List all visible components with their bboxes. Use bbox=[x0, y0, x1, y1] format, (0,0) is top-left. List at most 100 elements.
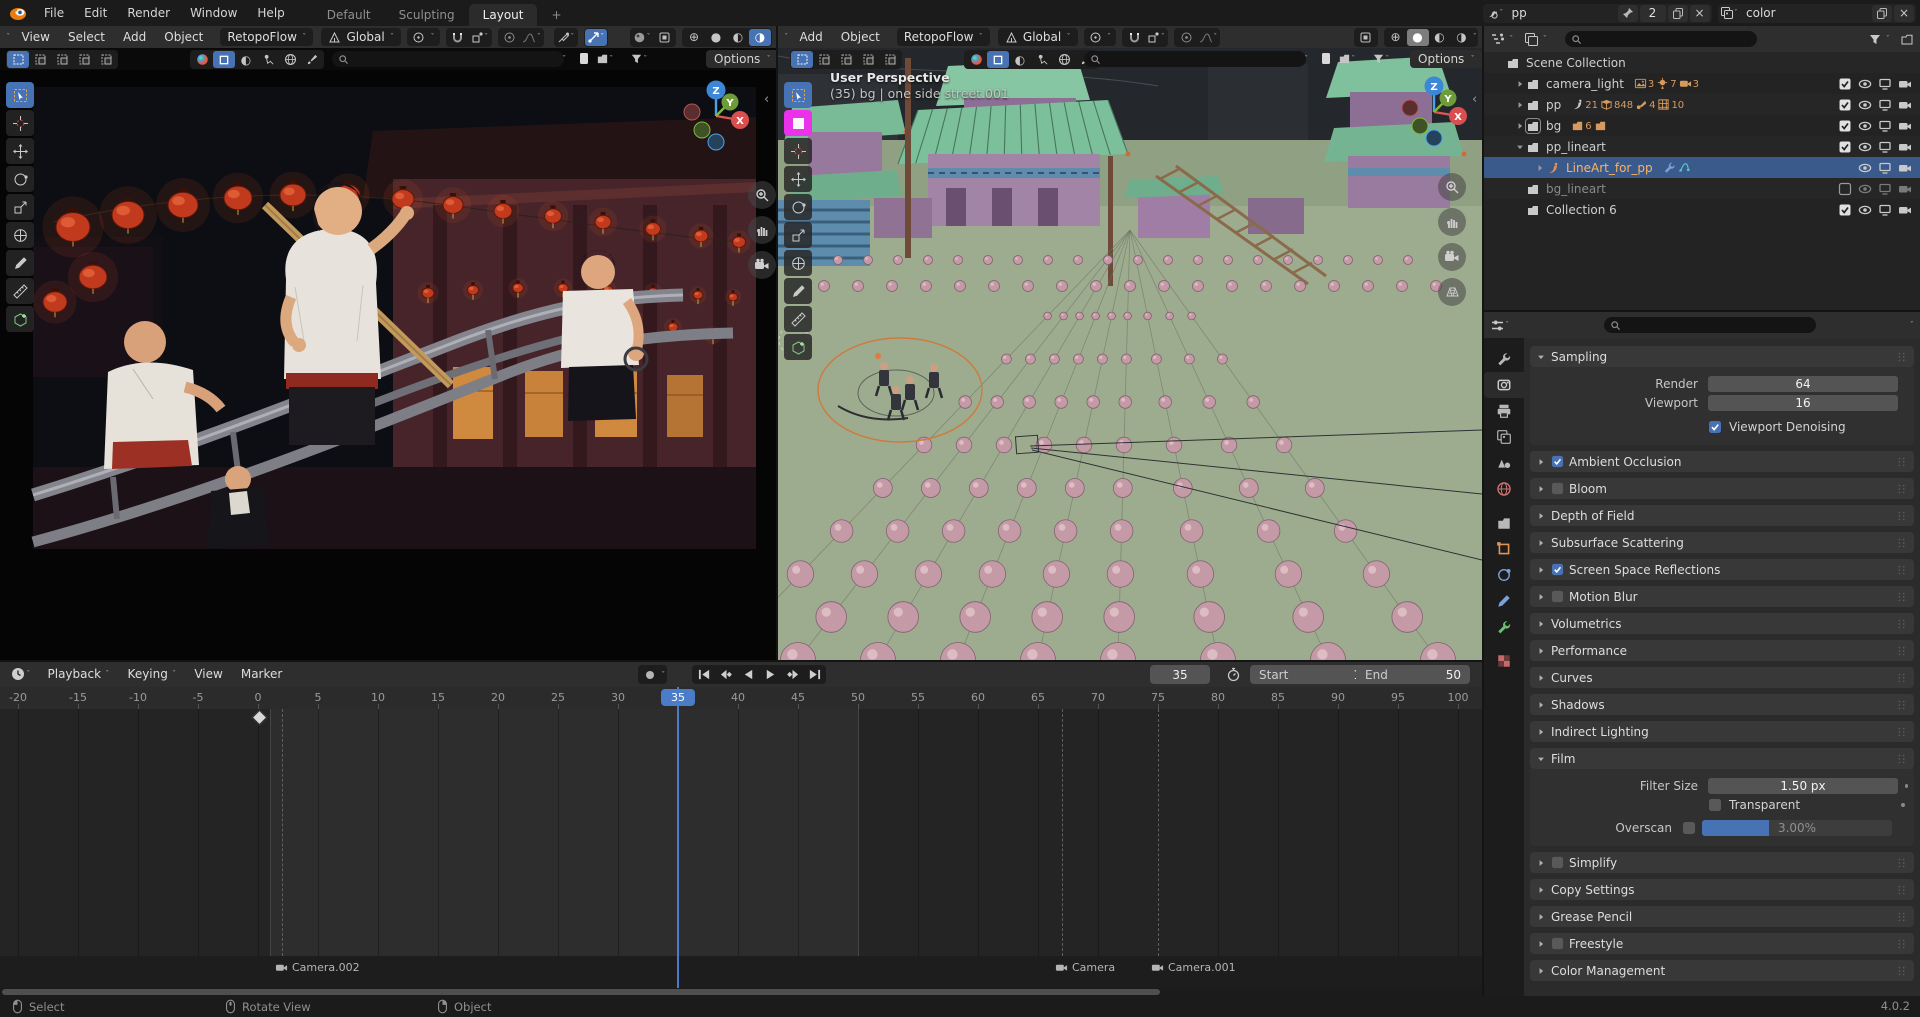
panel-screen-space-reflections[interactable]: Screen Space Reflections bbox=[1530, 559, 1914, 580]
proportional-edit-icon[interactable] bbox=[1175, 29, 1197, 46]
disclosure-closed-icon[interactable] bbox=[1534, 163, 1546, 173]
frame-start-field[interactable]: Start1 bbox=[1250, 665, 1370, 684]
jump-to-start-button[interactable] bbox=[693, 666, 715, 683]
auto-key-record-icon[interactable] bbox=[639, 666, 661, 683]
scene-users-count[interactable]: 2 bbox=[1640, 5, 1666, 22]
tool-scale-button[interactable] bbox=[6, 194, 34, 220]
scene-name[interactable]: pp bbox=[1504, 6, 1616, 20]
zoom-icon[interactable] bbox=[748, 181, 776, 209]
copy-icon[interactable] bbox=[1668, 5, 1688, 22]
sidebar-collapse-icon[interactable]: ‹ bbox=[764, 92, 769, 107]
panel-toggle-icon[interactable] bbox=[1320, 52, 1332, 65]
outliner-search[interactable] bbox=[1565, 31, 1757, 47]
disclosure-open-icon[interactable] bbox=[1514, 142, 1526, 152]
add-workspace-button[interactable]: + bbox=[537, 4, 575, 26]
properties-tab-data[interactable] bbox=[1484, 588, 1524, 614]
panel-sampling[interactable]: Sampling bbox=[1530, 346, 1914, 367]
tool-measure-button[interactable] bbox=[784, 306, 812, 332]
exclude-checkbox-icon[interactable] bbox=[1838, 77, 1852, 91]
editor-type-outliner-icon[interactable] bbox=[1490, 32, 1505, 47]
transform-gizmo-icon[interactable]: ˅ bbox=[585, 29, 607, 46]
panel-volumetrics[interactable]: Volumetrics bbox=[1530, 613, 1914, 634]
samples-viewport-field[interactable]: 16 bbox=[1708, 395, 1898, 411]
timeline-ruler[interactable]: -20-15-10-505101520253035404550556065707… bbox=[0, 687, 1482, 709]
snap-target-icon[interactable]: ˅ bbox=[1145, 29, 1167, 46]
panel-grip-icon[interactable] bbox=[1896, 672, 1908, 684]
filter-icon[interactable] bbox=[1868, 32, 1882, 46]
outliner-row-pp[interactable]: pp21848410 bbox=[1484, 94, 1920, 115]
properties-tab-output[interactable] bbox=[1484, 398, 1524, 424]
armature-filter-icon[interactable] bbox=[1031, 51, 1053, 68]
options-button[interactable]: Options˅ bbox=[1410, 50, 1482, 68]
jump-to-end-button[interactable] bbox=[803, 666, 825, 683]
frame-end-field[interactable]: End50 bbox=[1356, 665, 1470, 684]
chevron-down-icon[interactable]: ˅ bbox=[1304, 55, 1309, 63]
scrollbar-thumb[interactable] bbox=[2, 989, 1160, 995]
panel-grip-icon[interactable] bbox=[1896, 483, 1908, 495]
disable-viewport-icon[interactable] bbox=[1878, 182, 1892, 196]
play-reverse-button[interactable] bbox=[737, 666, 759, 683]
panel-motion-blur[interactable]: Motion Blur bbox=[1530, 586, 1914, 607]
timeline-menu-marker[interactable]: Marker bbox=[232, 663, 291, 685]
world-filter-icon[interactable] bbox=[1053, 51, 1075, 68]
disable-viewport-icon[interactable] bbox=[1878, 77, 1892, 91]
pivot-point-dropdown[interactable]: ˅ bbox=[407, 28, 440, 46]
tool-annotate-button[interactable] bbox=[6, 250, 34, 276]
outliner-row-collection-6[interactable]: Collection 6 bbox=[1484, 199, 1920, 220]
select-mode-intersect-icon[interactable] bbox=[95, 51, 117, 68]
solid-shading-icon[interactable]: ● bbox=[705, 29, 727, 46]
pan-hand-icon[interactable] bbox=[1438, 208, 1466, 236]
rendered-shading-icon[interactable]: ◑ bbox=[1451, 29, 1473, 46]
editor-type-properties-icon[interactable] bbox=[1490, 318, 1505, 333]
solid-shading-icon[interactable]: ● bbox=[1407, 29, 1429, 46]
panel-checkbox[interactable] bbox=[1551, 590, 1564, 603]
panel-checkbox[interactable] bbox=[1551, 482, 1564, 495]
editor-type-chevron-icon[interactable]: ˅ bbox=[6, 33, 11, 41]
snap-target-icon[interactable]: ˅ bbox=[469, 29, 491, 46]
select-mode-subtract-icon[interactable] bbox=[835, 51, 857, 68]
disable-render-icon[interactable] bbox=[1898, 77, 1912, 91]
overlays-icon[interactable]: ˅ bbox=[631, 29, 653, 46]
tool-search-input[interactable] bbox=[332, 51, 564, 67]
filter-icon[interactable]: ˅ bbox=[630, 52, 648, 65]
xray-toggle-icon[interactable] bbox=[1355, 29, 1377, 46]
brush-filter-icon[interactable] bbox=[301, 51, 323, 68]
panel-grip-icon[interactable] bbox=[1896, 510, 1908, 522]
pivot-point-dropdown[interactable]: ˅ bbox=[1084, 28, 1117, 46]
timeline-marker-camera[interactable]: Camera bbox=[1055, 961, 1115, 974]
select-mode-subtract-icon[interactable] bbox=[51, 51, 73, 68]
topbar-menu-help[interactable]: Help bbox=[247, 0, 294, 26]
navigation-gizmo[interactable]: Z Y X bbox=[1396, 74, 1472, 153]
editor-type-chevron-icon[interactable]: ˅ bbox=[784, 33, 789, 41]
disable-render-icon[interactable] bbox=[1898, 140, 1912, 154]
topbar-menu-edit[interactable]: Edit bbox=[74, 0, 117, 26]
timeline-scrollbar[interactable] bbox=[0, 988, 1482, 996]
outliner-row-bg-lineart[interactable]: bg_lineart bbox=[1484, 178, 1920, 199]
panel-grip-icon[interactable] bbox=[1896, 857, 1908, 869]
disable-viewport-icon[interactable] bbox=[1878, 161, 1892, 175]
topbar-menu-window[interactable]: Window bbox=[180, 0, 247, 26]
eyedropper-icon[interactable]: ˅ bbox=[555, 29, 577, 46]
overscan-checkbox[interactable] bbox=[1682, 821, 1696, 835]
panel-shadows[interactable]: Shadows bbox=[1530, 694, 1914, 715]
select-mode-extend-icon[interactable] bbox=[29, 51, 51, 68]
select-mode-invert-icon[interactable] bbox=[857, 51, 879, 68]
shading-dropdown-icon[interactable]: ˅ bbox=[1473, 33, 1478, 41]
panel-toggle-icon[interactable] bbox=[578, 52, 590, 65]
transform-orientation-dropdown[interactable]: Global˅ bbox=[998, 28, 1078, 46]
viewport-divider[interactable] bbox=[776, 26, 778, 661]
navigation-gizmo[interactable]: Z Y X bbox=[678, 78, 754, 157]
tool-move-button[interactable] bbox=[6, 138, 34, 164]
close-icon[interactable]: × bbox=[1894, 5, 1914, 22]
outliner-properties-divider[interactable] bbox=[1484, 310, 1920, 312]
panel-grip-icon[interactable] bbox=[1896, 726, 1908, 738]
select-mode-intersect-icon[interactable] bbox=[879, 51, 901, 68]
select-mode-new-icon[interactable] bbox=[7, 51, 29, 68]
properties-tab-texture[interactable] bbox=[1484, 648, 1524, 674]
object-filter-icon[interactable] bbox=[213, 51, 235, 68]
panel-grip-icon[interactable] bbox=[1896, 938, 1908, 950]
outliner-row-camera-light[interactable]: camera_light373 bbox=[1484, 73, 1920, 94]
disclosure-closed-icon[interactable] bbox=[1514, 121, 1526, 131]
topbar-menu-render[interactable]: Render bbox=[117, 0, 180, 26]
tool-annotate-button[interactable] bbox=[784, 278, 812, 304]
